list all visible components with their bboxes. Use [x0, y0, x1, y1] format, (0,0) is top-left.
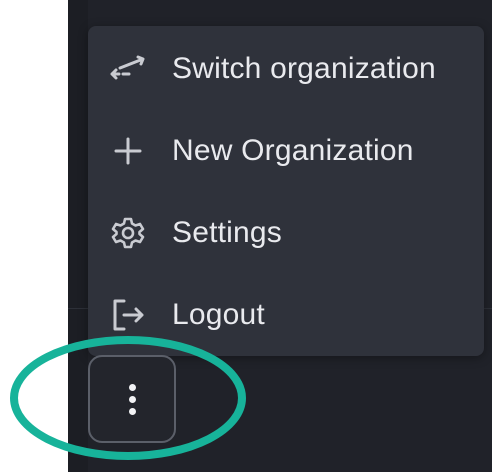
menu-item-label: Logout: [172, 298, 265, 331]
sidebar-edge: [68, 0, 88, 472]
more-options-button[interactable]: [88, 355, 176, 443]
switch-arrows-icon: [108, 49, 148, 89]
menu-item-new-organization[interactable]: New Organization: [88, 116, 484, 186]
gear-icon: [108, 213, 148, 253]
plus-icon: [108, 131, 148, 171]
vertical-ellipsis-icon: [128, 383, 136, 415]
screenshot-stage: Switch organization New Organization Set…: [0, 0, 492, 472]
menu-item-label: Settings: [172, 216, 282, 249]
logout-icon: [108, 295, 148, 335]
menu-item-label: New Organization: [172, 134, 414, 167]
organization-menu: Switch organization New Organization Set…: [88, 26, 484, 356]
menu-item-label: Switch organization: [172, 52, 436, 85]
menu-item-switch-organization[interactable]: Switch organization: [88, 34, 484, 104]
menu-item-logout[interactable]: Logout: [88, 280, 484, 350]
menu-item-settings[interactable]: Settings: [88, 198, 484, 268]
